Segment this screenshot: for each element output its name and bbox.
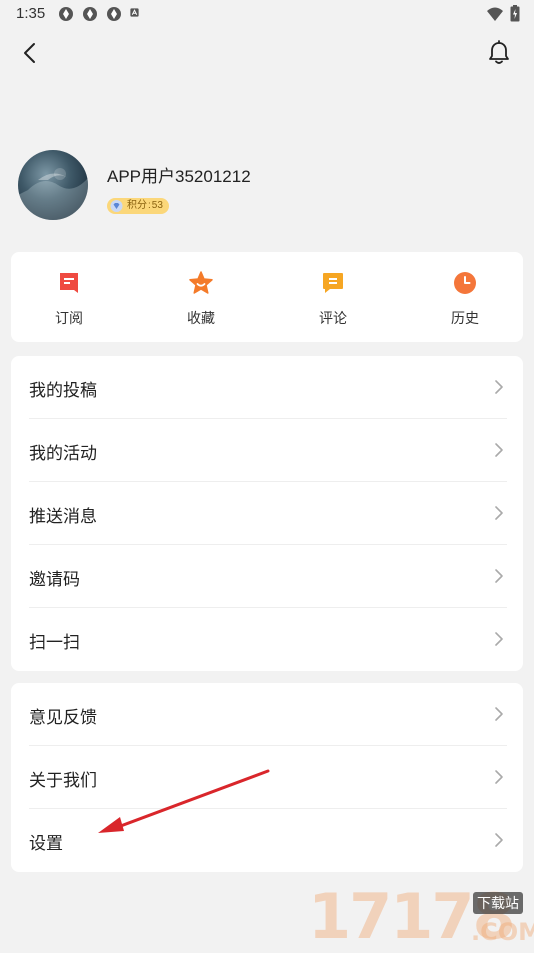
status-bar: 1:35: [0, 0, 534, 28]
chevron-right-icon: [495, 506, 503, 520]
subscribe-icon: [60, 273, 78, 293]
app-notification-icon: [59, 7, 73, 21]
battery-icon: [510, 5, 520, 22]
quick-action-label: 历史: [451, 310, 479, 326]
quick-action-history[interactable]: 历史: [415, 252, 515, 342]
watermark: 17178 下载站 .COM: [308, 884, 534, 950]
quick-action-subscribe[interactable]: 订阅: [19, 252, 119, 342]
chevron-right-icon: [495, 380, 503, 394]
chevron-right-icon: [495, 443, 503, 457]
bell-icon: [489, 40, 509, 64]
chevron-right-icon: [495, 833, 503, 847]
menu-item-my-activities[interactable]: 我的活动: [11, 419, 523, 482]
menu-item-settings[interactable]: 设置: [11, 809, 523, 872]
quick-action-label: 收藏: [187, 310, 215, 326]
chevron-left-icon: [24, 43, 35, 63]
menu-item-push-messages[interactable]: 推送消息: [11, 482, 523, 545]
points-value: 53: [151, 200, 163, 211]
back-button[interactable]: [14, 38, 44, 68]
menu-item-label: 意见反馈: [29, 708, 97, 727]
menu-group-secondary: 意见反馈 关于我们 设置: [11, 683, 523, 872]
app-notification-icon: [83, 7, 97, 21]
chevron-right-icon: [495, 569, 503, 583]
chevron-right-icon: [495, 770, 503, 784]
wifi-icon: [487, 7, 503, 21]
watermark-digits: 17178: [308, 880, 516, 953]
menu-item-feedback[interactable]: 意见反馈: [11, 683, 523, 746]
diamond-icon: [110, 200, 123, 212]
chevron-right-icon: [495, 707, 503, 721]
menu-item-label: 扫一扫: [29, 633, 80, 652]
notification-icons: [58, 6, 142, 22]
chevron-right-icon: [495, 632, 503, 646]
menu-item-scan[interactable]: 扫一扫: [11, 608, 523, 671]
username: APP用户35201212: [107, 167, 251, 186]
comment-icon: [323, 273, 343, 293]
quick-action-favorites[interactable]: 收藏: [151, 252, 251, 342]
menu-item-label: 我的投稿: [29, 381, 97, 400]
star-icon: [189, 271, 213, 294]
menu-item-label: 邀请码: [29, 570, 80, 589]
points-label: 积分: [127, 200, 147, 211]
avatar-image: [18, 168, 88, 220]
quick-action-label: 订阅: [55, 310, 83, 326]
quick-actions-card: 订阅 收藏 评论 历史: [11, 252, 523, 342]
points-badge: 积分:53: [107, 198, 169, 214]
menu-item-label: 推送消息: [29, 507, 97, 526]
notification-button[interactable]: [484, 38, 514, 68]
menu-item-invite-code[interactable]: 邀请码: [11, 545, 523, 608]
app-notification-icon: [107, 7, 121, 21]
menu-group-primary: 我的投稿 我的活动 推送消息 邀请码 扫一扫: [11, 356, 523, 671]
top-bar: [0, 30, 534, 74]
avatar[interactable]: [18, 150, 88, 220]
menu-item-label: 我的活动: [29, 444, 97, 463]
status-time: 1:35: [16, 5, 46, 22]
keyboard-notification-icon: [130, 8, 139, 17]
quick-action-label: 评论: [319, 310, 347, 326]
watermark-suffix: .COM: [471, 918, 534, 946]
quick-action-comments[interactable]: 评论: [283, 252, 383, 342]
system-status-icons: [486, 5, 520, 22]
menu-item-my-submissions[interactable]: 我的投稿: [11, 356, 523, 419]
menu-item-about-us[interactable]: 关于我们: [11, 746, 523, 809]
points-separator: :: [148, 200, 151, 211]
clock-icon: [454, 272, 476, 294]
menu-item-label: 关于我们: [29, 771, 97, 790]
watermark-tag: 下载站: [473, 892, 523, 914]
menu-item-label: 设置: [29, 834, 63, 853]
profile-header[interactable]: APP用户35201212 积分:53: [18, 150, 518, 222]
